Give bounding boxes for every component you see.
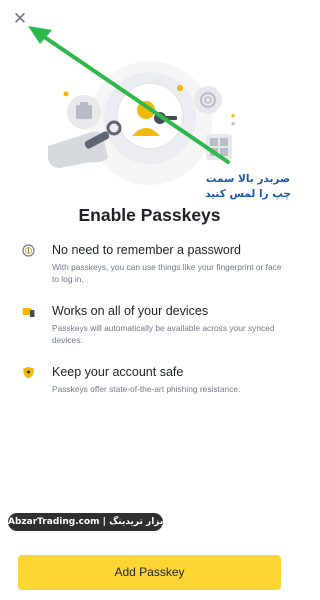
fingerprint-icon: [22, 244, 35, 257]
feature-description: With passkeys, you can use things like y…: [52, 262, 282, 284]
feature-heading: Keep your account safe: [52, 365, 184, 379]
feature-heading: No need to remember a password: [52, 243, 241, 257]
page-title: Enable Passkeys: [78, 205, 221, 225]
feature-description: Passkeys offer state-of-the-art phishing…: [52, 384, 241, 394]
feature-description: Passkeys will automatically be available…: [52, 323, 275, 345]
feature-heading: Works on all of your devices: [52, 304, 209, 318]
watermark-badge: AbzarTrading.com | ابزار تریدینگ: [8, 513, 166, 531]
add-passkey-button[interactable]: Add Passkey: [18, 555, 281, 590]
close-button[interactable]: ✕: [10, 8, 30, 28]
passkey-illustration: [48, 61, 236, 185]
shield-icon: [23, 366, 34, 379]
toolbox-icon: [67, 95, 101, 129]
devices-icon: [22, 308, 35, 317]
fingerprint-icon: [194, 86, 222, 114]
calculator-icon: [206, 134, 232, 160]
annotation-text: ضربدر بالا سمت چپ را لمس کنید: [205, 173, 291, 200]
close-icon[interactable]: ✕: [13, 10, 27, 27]
